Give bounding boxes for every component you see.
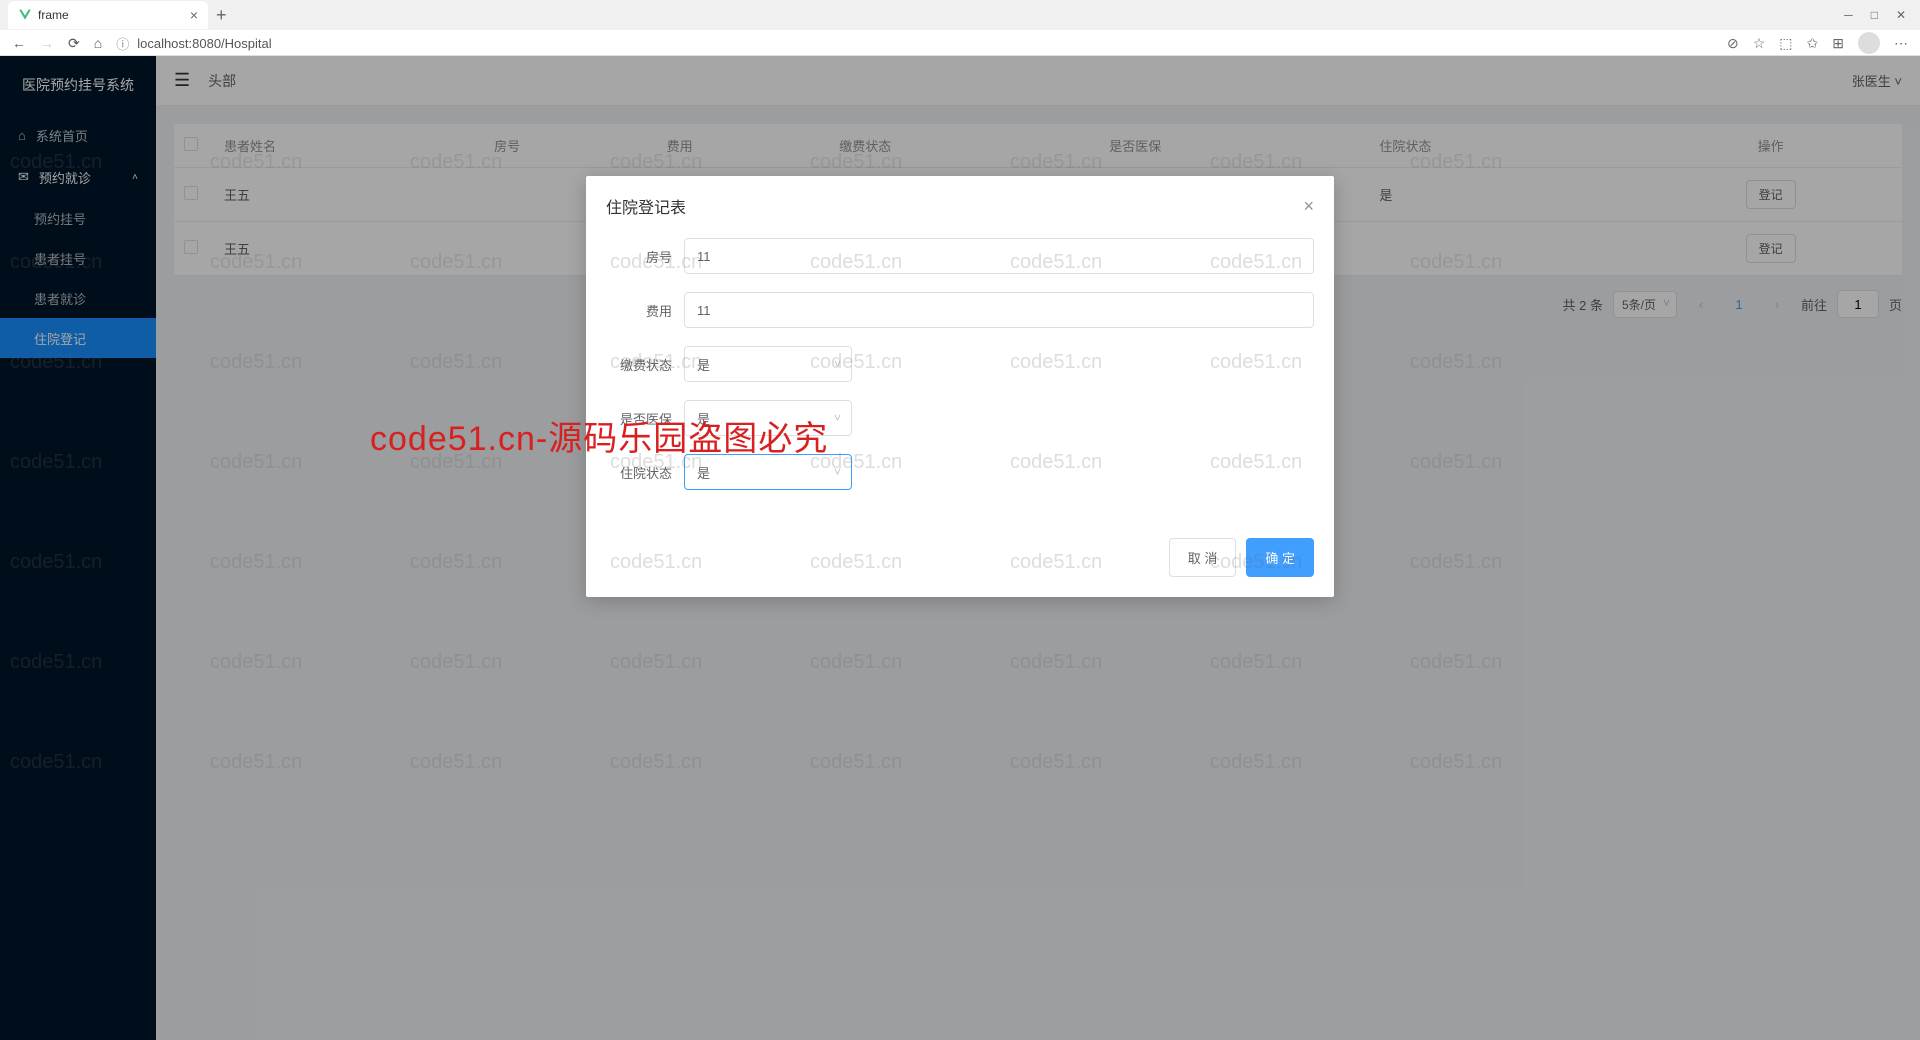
pay-select[interactable]: 是˅ xyxy=(684,346,852,382)
minimize-icon[interactable]: ─ xyxy=(1844,8,1853,22)
profile-avatar[interactable] xyxy=(1858,32,1880,54)
tab-bar: frame × + ─ □ ✕ xyxy=(0,0,1920,30)
ins-label: 是否医保 xyxy=(606,409,684,428)
close-tab-icon[interactable]: × xyxy=(190,7,198,23)
modal-overlay[interactable]: 住院登记表 × 房号 费用 缴费状态 是˅ 是否医保 是˅ xyxy=(0,56,1920,1040)
info-icon: ⓘ xyxy=(116,34,129,53)
refresh-button[interactable]: ⟳ xyxy=(68,35,80,52)
forward-button[interactable]: → xyxy=(40,35,54,51)
browser-chrome: frame × + ─ □ ✕ ← → ⟳ ⌂ ⓘ localhost:8080… xyxy=(0,0,1920,56)
fee-label: 费用 xyxy=(606,301,684,320)
close-window-icon[interactable]: ✕ xyxy=(1896,8,1906,22)
ins-select[interactable]: 是˅ xyxy=(684,400,852,436)
room-input[interactable] xyxy=(684,238,1314,274)
confirm-button[interactable]: 确 定 xyxy=(1246,538,1314,577)
app-container: 医院预约挂号系统 ⌂ 系统首页 ✉ 预约就诊 ˄ 预约挂号 患者挂号 患者就诊 … xyxy=(0,56,1920,1040)
dialog-header: 住院登记表 × xyxy=(586,176,1334,228)
back-button[interactable]: ← xyxy=(12,35,26,51)
extension-icon[interactable]: ☆ xyxy=(1753,35,1766,52)
chevron-down-icon: ˅ xyxy=(834,465,841,479)
dialog-footer: 取 消 确 定 xyxy=(586,528,1334,597)
address-bar: ← → ⟳ ⌂ ⓘ localhost:8080/Hospital ⊘ ☆ ⬚ … xyxy=(0,30,1920,56)
fee-input[interactable] xyxy=(684,292,1314,328)
browser-tab[interactable]: frame × xyxy=(8,1,208,29)
vue-icon xyxy=(18,8,32,22)
room-label: 房号 xyxy=(606,247,684,266)
chevron-down-icon: ˅ xyxy=(834,357,841,371)
favorites-icon[interactable]: ✩ xyxy=(1807,35,1819,52)
maximize-icon[interactable]: □ xyxy=(1871,8,1878,22)
url-box[interactable]: ⓘ localhost:8080/Hospital xyxy=(116,34,1713,53)
url-text: localhost:8080/Hospital xyxy=(137,36,271,51)
puzzle-icon[interactable]: ⬚ xyxy=(1779,35,1792,52)
read-icon[interactable]: ⊘ xyxy=(1727,35,1739,52)
window-controls: ─ □ ✕ xyxy=(1844,8,1920,22)
cancel-button[interactable]: 取 消 xyxy=(1169,538,1237,577)
dialog-body: 房号 费用 缴费状态 是˅ 是否医保 是˅ 住院状态 是˅ xyxy=(586,228,1334,528)
dialog-title: 住院登记表 xyxy=(606,194,686,218)
status-select[interactable]: 是˅ xyxy=(684,454,852,490)
dialog: 住院登记表 × 房号 费用 缴费状态 是˅ 是否医保 是˅ xyxy=(586,176,1334,597)
pay-label: 缴费状态 xyxy=(606,355,684,374)
tab-title: frame xyxy=(38,8,69,22)
dialog-close-icon[interactable]: × xyxy=(1303,196,1314,217)
toolbar-right: ⊘ ☆ ⬚ ✩ ⊞ ⋯ xyxy=(1727,32,1908,54)
status-label: 住院状态 xyxy=(606,463,684,482)
new-tab-button[interactable]: + xyxy=(216,5,227,26)
collections-icon[interactable]: ⊞ xyxy=(1832,35,1844,52)
home-button[interactable]: ⌂ xyxy=(94,35,102,51)
chevron-down-icon: ˅ xyxy=(834,411,841,425)
menu-icon[interactable]: ⋯ xyxy=(1894,35,1908,52)
